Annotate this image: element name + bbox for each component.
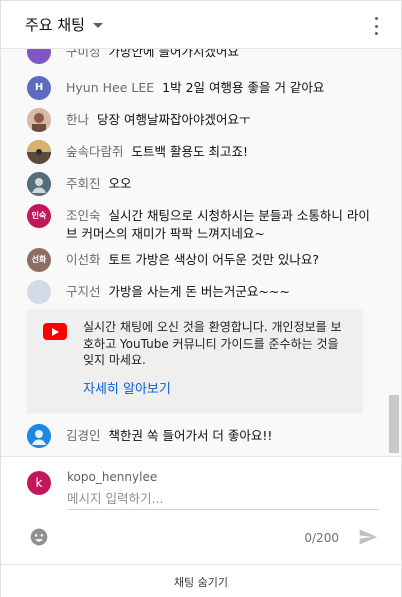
avatar-letter: H	[34, 82, 44, 93]
chat-message: 구지선 가방을 사는게 돈 버는거군요~~~	[27, 280, 377, 304]
avatar[interactable]: 인숙	[27, 204, 51, 228]
author-name[interactable]: Hyun Hee LEE	[66, 80, 154, 95]
message-text: 실시간 채팅으로 시청하시는 분들과 소통하니 라이브 커머스의 재미가 팍팍 …	[66, 208, 370, 241]
author-name[interactable]: 조인숙	[66, 208, 101, 223]
avatar-letter: 선화	[31, 255, 47, 264]
avatar-letter: 인숙	[31, 211, 47, 220]
author-name[interactable]: 이선화	[66, 252, 101, 267]
avatar[interactable]	[27, 49, 51, 64]
chat-message: 인숙 조인숙 실시간 채팅으로 시청하시는 분들과 소통하니 라이브 커머스의 재…	[27, 204, 377, 243]
avatar[interactable]	[27, 172, 51, 196]
author-name[interactable]: 숲속다람쥐	[66, 144, 124, 159]
avatar[interactable]: 선화	[27, 248, 51, 272]
chat-message: 선화 이선화 토트 가방은 색상이 어두운 것만 있나요?	[27, 248, 377, 272]
avatar[interactable]	[27, 280, 51, 304]
chat-header: 주요 채팅	[1, 1, 401, 49]
author-name[interactable]: 구지선	[66, 284, 101, 299]
caret-down-icon[interactable]	[92, 23, 103, 28]
hide-chat-button[interactable]: 채팅 숨기기	[1, 564, 401, 597]
chat-scrollbar[interactable]	[386, 49, 401, 456]
character-counter: 0/200	[304, 531, 339, 545]
chat-message: H Hyun Hee LEE 1박 2일 여행용 좋을 거 같아요	[27, 76, 377, 100]
message-composer: k kopo_hennylee 0/200	[1, 456, 401, 564]
avatar[interactable]: H	[27, 76, 51, 100]
message-text: 책한권 쏙 들어가서 더 좋아요!!	[108, 428, 273, 443]
avatar[interactable]	[27, 108, 51, 132]
chat-message: 한나 당장 여행날짜잡아야겠어요ㅜ	[27, 108, 377, 132]
emoji-icon[interactable]	[29, 527, 49, 547]
welcome-text: 실시간 채팅에 오신 것을 환영합니다. 개인정보를 보호하고 YouTube …	[83, 320, 342, 367]
message-text: 1박 2일 여행용 좋을 거 같아요	[162, 80, 325, 95]
message-input[interactable]	[67, 488, 379, 510]
message-text: 오오	[108, 176, 132, 191]
my-avatar-letter: k	[35, 476, 43, 490]
my-username: kopo_hennylee	[67, 470, 158, 484]
learn-more-link[interactable]: 자세히 알아보기	[83, 378, 171, 397]
avatar[interactable]	[27, 140, 51, 164]
author-name[interactable]: 한나	[66, 112, 89, 127]
live-chat-panel: 주요 채팅 구미정 가방안에 들어가지겠어요 H Hyun Hee LEE 1박 2…	[0, 0, 402, 597]
chat-mode-selector[interactable]: 주요 채팅	[25, 14, 85, 35]
welcome-banner: 실시간 채팅에 오신 것을 환영합니다. 개인정보를 보호하고 YouTube …	[27, 309, 363, 413]
chat-message-list[interactable]: 구미정 가방안에 들어가지겠어요 H Hyun Hee LEE 1박 2일 여행용 …	[1, 49, 401, 456]
more-vert-icon[interactable]	[373, 17, 379, 35]
chat-message: 주회진 오오	[27, 172, 377, 196]
send-icon[interactable]	[357, 527, 379, 547]
chat-message: 김경인 책한권 쏙 들어가서 더 좋아요!!	[27, 424, 377, 448]
author-name[interactable]: 김경인	[66, 428, 101, 443]
message-text: 당장 여행날짜잡아야겠어요ㅜ	[97, 112, 251, 127]
message-text: 가방안에 들어가지겠어요	[108, 49, 239, 59]
chat-message: 숲속다람쥐 도트백 활용도 최고죠!	[27, 140, 377, 164]
author-name[interactable]: 주회진	[66, 176, 101, 191]
message-text: 도트백 활용도 최고죠!	[131, 144, 248, 159]
message-text: 토트 가방은 색상이 어두운 것만 있나요?	[108, 252, 320, 267]
avatar[interactable]	[27, 424, 51, 448]
my-avatar: k	[27, 471, 51, 495]
author-name[interactable]: 구미정	[66, 49, 101, 59]
scrollbar-thumb[interactable]	[389, 395, 399, 453]
message-text: 가방을 사는게 돈 버는거군요~~~	[108, 284, 290, 299]
youtube-icon	[43, 323, 67, 340]
hide-chat-label: 채팅 숨기기	[173, 575, 229, 589]
chat-message: 구미정 가방안에 들어가지겠어요	[27, 49, 377, 64]
